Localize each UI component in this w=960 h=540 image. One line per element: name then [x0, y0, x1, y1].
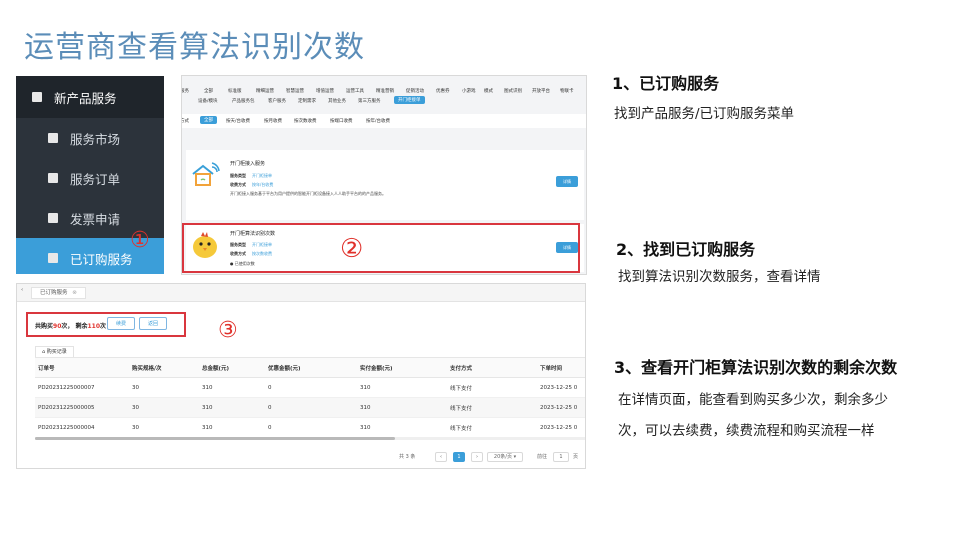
column-header: 实付金额(元): [357, 357, 447, 378]
highlight-box-3: [26, 312, 186, 337]
column-header: 购买规格/次: [129, 357, 199, 378]
step-2-desc: 找到算法识别次数服务，查看详情: [618, 269, 821, 285]
column-header: 下单时间: [537, 357, 585, 378]
nav-item[interactable]: 全部: [204, 88, 213, 94]
slide-title: 运营商查看算法识别次数: [24, 30, 365, 65]
pager-current-page[interactable]: 1: [453, 452, 465, 462]
card-description: 开门柜接入服务基于平台为用户提供的智能开门柜设备接入人人助手平台的的产品服务。: [230, 191, 386, 196]
menu-square-icon: [48, 253, 58, 263]
table-row: PD20231225000007 30 310 0 310 线下支付 2023-…: [35, 377, 585, 398]
filter-item[interactable]: 按天/台收费: [226, 118, 250, 124]
nav-item[interactable]: 促销活动: [406, 88, 424, 94]
category-item[interactable]: 定制需求: [298, 98, 316, 104]
sidebar-item-label: 已订购服务: [70, 251, 133, 267]
card-service-type: 服务类型 开门柜接单: [230, 173, 272, 178]
step-3-desc-line1: 在详情页面，能查看到购买多少次，剩余多少: [618, 392, 888, 408]
column-header: 订单号: [35, 357, 129, 378]
scrollbar-thumb[interactable]: [35, 437, 395, 440]
step-1-title: 1、已订购服务: [612, 74, 720, 93]
pager-size-select[interactable]: 20条/页 ▾: [487, 452, 523, 462]
filter-item[interactable]: 按次数收费: [294, 118, 317, 124]
nav-item[interactable]: 服务: [182, 88, 189, 94]
menu-square-icon: [48, 173, 58, 183]
filter-item[interactable]: 按端口收费: [330, 118, 353, 124]
card-detail-button[interactable]: 详情: [556, 176, 578, 187]
sidebar-item-new-products[interactable]: 新产品服务: [16, 76, 164, 118]
column-header: 支付方式: [447, 357, 537, 378]
nav-item[interactable]: 模式: [484, 88, 493, 94]
tab-bar: ‹ 已订购服务 ⊗: [17, 284, 585, 302]
tab-subscribed[interactable]: 已订购服务 ⊗: [31, 287, 86, 299]
pager-goto-label: 前往: [537, 454, 548, 460]
card-title: 开门柜接入服务: [230, 161, 266, 167]
step-marker-3: ③: [218, 318, 238, 343]
sidebar-item-service-orders[interactable]: 服务订单: [16, 158, 164, 198]
house-wifi-icon: [192, 162, 220, 186]
filter-item[interactable]: 按月收费: [264, 118, 282, 124]
category-item[interactable]: 其他业务: [328, 98, 346, 104]
nav-item[interactable]: 精细运营: [256, 88, 274, 94]
nav-item[interactable]: 精准营销: [376, 88, 394, 94]
sidebar-item-label: 服务订单: [70, 171, 121, 187]
table-header: 订单号 购买规格/次 总金额(元) 优惠金额(元) 实付金额(元) 支付方式 下…: [35, 357, 585, 378]
orders-screenshot: ‹ 已订购服务 ⊗ 共购买90次， 剩余110次 续费 返回 ⌂ 购买记录 订单…: [16, 283, 586, 469]
nav-item[interactable]: 标准版: [228, 88, 242, 94]
pager-next-button[interactable]: ›: [471, 452, 483, 462]
service-category-row: 设备/模块 产品服务包 客户服务 定制需求 其他业务 第三方服务 开门柜接单: [182, 96, 586, 108]
pager-prev-button[interactable]: ‹: [435, 452, 447, 462]
nav-item[interactable]: 小游戏: [462, 88, 476, 94]
category-item[interactable]: 客户服务: [268, 98, 286, 104]
filter-label: 方式: [182, 119, 189, 124]
step-marker-1: ①: [130, 228, 150, 253]
nav-item[interactable]: 优惠券: [436, 88, 450, 94]
sidebar-item-label: 新产品服务: [54, 90, 117, 106]
records-table: 订单号 购买规格/次 总金额(元) 优惠金额(元) 实付金额(元) 支付方式 下…: [35, 357, 585, 438]
category-item[interactable]: 产品服务包: [232, 98, 255, 104]
pager-goto-input[interactable]: 1: [553, 452, 569, 462]
fee-filter-row: 方式 全部 按天/台收费 按月收费 按次数收费 按端口收费 按年/台收费: [182, 114, 586, 128]
menu-square-icon: [48, 213, 58, 223]
step-2-title: 2、找到已订购服务: [616, 240, 756, 259]
category-item-selected[interactable]: 开门柜接单: [394, 96, 425, 104]
sidebar-item-label: 服务市场: [70, 131, 121, 147]
close-icon[interactable]: ⊗: [72, 290, 77, 296]
category-item[interactable]: 第三方服务: [358, 98, 381, 104]
step-marker-2: ②: [340, 234, 364, 264]
sidebar-item-service-market[interactable]: 服务市场: [16, 118, 164, 158]
tab-purchase-records[interactable]: ⌂ 购买记录: [35, 346, 74, 357]
nav-item[interactable]: 图式识别: [504, 88, 522, 94]
card-fee-type: 收费方式 按年/台收费: [230, 182, 274, 187]
menu-square-icon: [32, 92, 42, 102]
step-1-desc: 找到产品服务/已订购服务菜单: [614, 106, 795, 122]
column-header: 总金额(元): [199, 357, 265, 378]
pager-total: 共 3 条: [399, 454, 416, 460]
nav-item[interactable]: 智慧运营: [286, 88, 304, 94]
menu-square-icon: [48, 133, 58, 143]
sidebar-item-label: 发票申请: [70, 211, 121, 227]
filter-item-selected[interactable]: 全部: [200, 116, 217, 124]
highlight-box-2: [182, 223, 580, 273]
nav-item[interactable]: 物联卡: [560, 88, 574, 94]
category-item[interactable]: 设备/模块: [198, 98, 218, 104]
nav-item[interactable]: 增值运营: [316, 88, 334, 94]
nav-item[interactable]: 开放平台: [532, 88, 550, 94]
nav-item[interactable]: 运营工具: [346, 88, 364, 94]
column-header: 优惠金额(元): [265, 357, 357, 378]
chevron-down-icon: ▾: [513, 454, 517, 460]
pager-goto-unit: 页: [573, 454, 579, 460]
table-row: PD20231225000005 30 310 0 310 线下支付 2023-…: [35, 397, 585, 418]
filter-item[interactable]: 按年/台收费: [366, 118, 390, 124]
service-card-door-cabinet: 开门柜接入服务 服务类型 开门柜接单 收费方式 按年/台收费 开门柜接入服务基于平台…: [186, 150, 584, 220]
horizontal-scrollbar[interactable]: [35, 437, 585, 440]
home-icon: ⌂: [42, 349, 46, 355]
step-3-title: 3、查看开门柜算法识别次数的剩余次数: [614, 358, 898, 377]
chevron-left-icon[interactable]: ‹: [21, 287, 23, 293]
table-row: PD20231225000004 30 310 0 310 线下支付 2023-…: [35, 417, 585, 438]
step-3-desc-line2: 次，可以去续费，续费流程和购买流程一样: [618, 423, 875, 439]
